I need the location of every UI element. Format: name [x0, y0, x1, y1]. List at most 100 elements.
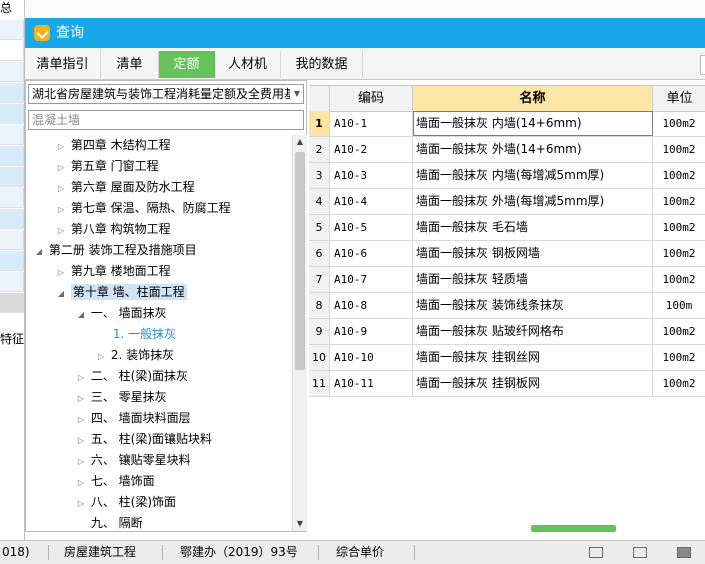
- tab-bill[interactable]: 清单: [101, 51, 159, 78]
- tree-node-current[interactable]: 1. 一般抹灰: [97, 324, 176, 345]
- tree-node[interactable]: ▷ 三、 零星抹灰: [75, 387, 167, 408]
- header-name[interactable]: 名称: [413, 86, 653, 111]
- expand-arrow-icon[interactable]: ▷: [75, 430, 87, 451]
- quota-book-value: 湖北省房屋建筑与装饰工程消耗量定额及全费用基价表(2018): [32, 87, 290, 101]
- tree-node-label: 第五章 门窗工程: [70, 159, 159, 173]
- tree-node[interactable]: ◢ 一、 墙面抹灰: [75, 303, 167, 324]
- list-view-icon[interactable]: [633, 547, 647, 558]
- tree-node-label: 五、 柱(梁)面镶贴块料: [90, 432, 213, 446]
- row-name: 墙面一般抹灰 装饰线条抹灰: [413, 293, 653, 318]
- table-row[interactable]: 2 A10-2 墙面一般抹灰 外墙(14+6mm) 100m2: [309, 137, 705, 163]
- expand-arrow-icon[interactable]: ▷: [75, 409, 87, 430]
- chevron-down-icon[interactable]: ▼: [294, 85, 300, 103]
- row-code: A10-11: [330, 371, 413, 396]
- view-icon[interactable]: [589, 547, 603, 558]
- tree-node[interactable]: ▷ 第七章 保温、隔热、防腐工程: [55, 198, 231, 219]
- tree-node[interactable]: ▷ 第九章 楼地面工程: [55, 261, 171, 282]
- tree-node[interactable]: ▷ 八、 柱(梁)饰面: [75, 492, 176, 513]
- expand-arrow-icon[interactable]: ▷: [55, 136, 67, 157]
- table-row[interactable]: 8 A10-8 墙面一般抹灰 装饰线条抹灰 100m: [309, 293, 705, 319]
- tab-bar: 清单指引 清单 定额 人材机 我的数据: [25, 48, 705, 80]
- scroll-up-arrow-icon[interactable]: ▲: [293, 135, 307, 149]
- tree-node[interactable]: ▷ 五、 柱(梁)面镶贴块料: [75, 429, 212, 450]
- expand-arrow-icon[interactable]: ▷: [95, 346, 107, 367]
- tree-node[interactable]: ▷ 第八章 构筑物工程: [55, 219, 171, 240]
- tree-node[interactable]: ▷ 二、 柱(梁)面抹灰: [75, 366, 188, 387]
- expand-arrow-icon[interactable]: ▷: [55, 178, 67, 199]
- tree-node[interactable]: ▷ 四、 墙面块料面层: [75, 408, 191, 429]
- table-row[interactable]: 7 A10-7 墙面一般抹灰 轻质墙 100m2: [309, 267, 705, 293]
- expand-arrow-icon[interactable]: ▷: [55, 262, 67, 283]
- tree-node-label: 一、 墙面抹灰: [90, 306, 167, 320]
- tree-node[interactable]: ◢ 第二册 装饰工程及措施项目: [33, 240, 197, 261]
- table-row[interactable]: 3 A10-3 墙面一般抹灰 内墙(每增减5mm厚) 100m2: [309, 163, 705, 189]
- row-unit: 100m2: [653, 163, 705, 188]
- table-row[interactable]: 5 A10-5 墙面一般抹灰 毛石墙 100m2: [309, 215, 705, 241]
- background-cell: [0, 146, 24, 166]
- tree-node[interactable]: ▷ 2. 装饰抹灰: [95, 345, 174, 366]
- row-unit: 100m2: [653, 371, 705, 396]
- expand-arrow-icon[interactable]: ▷: [75, 388, 87, 409]
- tab-bill-guide[interactable]: 清单指引: [25, 51, 101, 78]
- expand-arrow-icon[interactable]: ▷: [75, 493, 87, 514]
- row-name: 墙面一般抹灰 外墙(14+6mm): [413, 137, 653, 162]
- table-row[interactable]: 9 A10-9 墙面一般抹灰 贴玻纤网格布 100m2: [309, 319, 705, 345]
- row-index: 2: [309, 137, 330, 162]
- expand-arrow-icon[interactable]: ▷: [75, 367, 87, 388]
- tree-node-selected[interactable]: ◢ 第十章 墙、柱面工程: [55, 282, 187, 303]
- table-row[interactable]: 1 A10-1 墙面一般抹灰 内墙(14+6mm) 100m2: [309, 111, 705, 137]
- tab-my-data[interactable]: 我的数据: [281, 51, 363, 78]
- collapse-arrow-icon[interactable]: ◢: [55, 283, 67, 304]
- quota-grid: 编码 名称 单位 1 A10-1 墙面一般抹灰 内墙(14+6mm) 100m2…: [309, 85, 705, 532]
- app-icon: [34, 25, 50, 41]
- row-code: A10-7: [330, 267, 413, 292]
- header-code[interactable]: 编码: [330, 86, 413, 111]
- row-index: 5: [309, 215, 330, 240]
- row-unit: 100m2: [653, 267, 705, 292]
- tree-node-label: 三、 零星抹灰: [90, 390, 167, 404]
- row-unit: 100m2: [653, 345, 705, 370]
- row-name: 墙面一般抹灰 挂钢板网: [413, 371, 653, 396]
- expand-arrow-icon[interactable]: ▷: [75, 472, 87, 493]
- tab-quota[interactable]: 定额: [159, 51, 215, 78]
- tab-labor-material-machine[interactable]: 人材机: [215, 51, 281, 78]
- status-separator: [48, 545, 49, 560]
- background-cell: [0, 104, 24, 124]
- tree-scrollbar[interactable]: ▲ ▼: [292, 135, 307, 531]
- quota-tree-pane: 湖北省房屋建筑与装饰工程消耗量定额及全费用基价表(2018) ▼ ▷ 第四章 木…: [25, 80, 307, 532]
- table-row[interactable]: 11 A10-11 墙面一般抹灰 挂钢板网 100m2: [309, 371, 705, 397]
- tree-node[interactable]: ▷ 六、 镶贴零星块料: [75, 450, 191, 471]
- horizontal-scrollbar-thumb[interactable]: [531, 525, 616, 532]
- tree-node-label: 七、 墙饰面: [90, 474, 155, 488]
- status-separator: [162, 545, 163, 560]
- expand-arrow-icon[interactable]: ▷: [55, 157, 67, 178]
- expand-arrow-icon[interactable]: ▷: [75, 451, 87, 472]
- table-row[interactable]: 10 A10-10 墙面一般抹灰 挂钢丝网 100m2: [309, 345, 705, 371]
- expand-arrow-icon[interactable]: ▷: [55, 199, 67, 220]
- tree-node[interactable]: ▷ 第四章 木结构工程: [55, 135, 171, 156]
- dialog-titlebar[interactable]: 查询: [25, 18, 705, 48]
- scrollbar-thumb[interactable]: [295, 152, 305, 370]
- tree-node[interactable]: 九、 隔断: [75, 513, 143, 531]
- collapse-arrow-icon[interactable]: ◢: [75, 304, 87, 325]
- table-view-icon[interactable]: [677, 547, 691, 558]
- table-row[interactable]: 4 A10-4 墙面一般抹灰 外墙(每增减5mm厚) 100m2: [309, 189, 705, 215]
- expand-arrow-icon[interactable]: ▷: [55, 220, 67, 241]
- scroll-down-arrow-icon[interactable]: ▼: [293, 517, 307, 531]
- row-unit: 100m2: [653, 111, 705, 136]
- tree-node[interactable]: ▷ 第六章 屋面及防水工程: [55, 177, 195, 198]
- status-separator: [318, 545, 319, 560]
- tree-node[interactable]: ▷ 第五章 门窗工程: [55, 156, 159, 177]
- tree-node[interactable]: ▷ 七、 墙饰面: [75, 471, 155, 492]
- table-row[interactable]: 6 A10-6 墙面一般抹灰 钢板网墙 100m2: [309, 241, 705, 267]
- tree-node-label: 第八章 构筑物工程: [70, 222, 171, 236]
- status-bar: 018) 房屋建筑工程 鄂建办（2019）93号 综合单价: [0, 540, 705, 564]
- quota-book-select[interactable]: 湖北省房屋建筑与装饰工程消耗量定额及全费用基价表(2018) ▼: [28, 84, 304, 104]
- tab-overflow-button[interactable]: [700, 55, 705, 75]
- background-cell: [0, 125, 24, 145]
- row-index: 3: [309, 163, 330, 188]
- tree-node-label: 第六章 屋面及防水工程: [70, 180, 195, 194]
- collapse-arrow-icon[interactable]: ◢: [33, 241, 45, 262]
- header-unit[interactable]: 单位: [653, 86, 705, 111]
- search-input[interactable]: [28, 110, 304, 130]
